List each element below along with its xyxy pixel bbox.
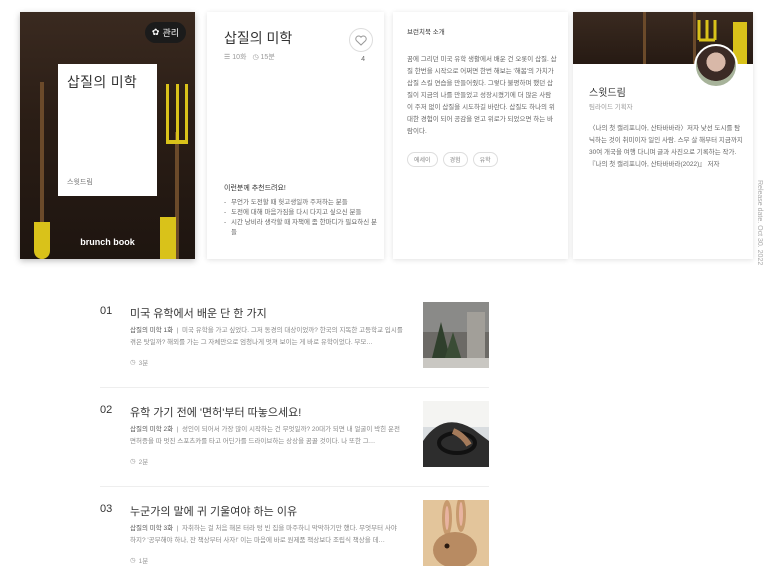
chapter-time: ◷ 3분 bbox=[130, 359, 149, 367]
clock-icon: ◷ bbox=[130, 458, 136, 465]
tag-list: 에세이 경험 유학 bbox=[407, 152, 498, 167]
book-cover[interactable]: ✿ 관리 삽질의 미학 스윗드림 brunch book bbox=[20, 12, 195, 259]
book-meta: ☰ 10화 ◷ 15분 bbox=[224, 52, 275, 62]
chapter-number: 02 bbox=[100, 404, 113, 416]
heart-icon bbox=[355, 34, 367, 46]
cover-author: 스윗드림 bbox=[67, 179, 93, 186]
divider bbox=[100, 387, 489, 388]
winter-street-image bbox=[423, 302, 489, 368]
chapter-item-1[interactable]: 01 미국 유학에서 배운 단 한 가지 삽질의 미학 1화 | 미국 유학을 … bbox=[100, 302, 489, 390]
author-avatar[interactable] bbox=[694, 44, 738, 88]
tag-experience[interactable]: 경험 bbox=[442, 152, 468, 167]
chapter-item-3[interactable]: 03 누군가의 말에 귀 기울여야 하는 이유 삽질의 미학 3화 | 자취하는… bbox=[100, 500, 489, 573]
rabbit-image bbox=[423, 500, 489, 566]
author-job: 팀라이드 기획자 bbox=[589, 104, 633, 111]
brunch-book-logo: brunch book bbox=[80, 237, 135, 247]
author-name[interactable]: 스윗드림 bbox=[589, 84, 626, 99]
chapter-title[interactable]: 유학 가기 전에 '면허'부터 따놓으세요! bbox=[130, 404, 301, 420]
recommend-title: 이런분께 추천드려요! bbox=[224, 185, 286, 192]
chapter-thumbnail[interactable] bbox=[423, 302, 489, 368]
manage-label: 관리 bbox=[162, 28, 179, 38]
book-title: 삽질의 미학 bbox=[224, 30, 293, 46]
book-info-card: 삽질의 미학 ☰ 10화 ◷ 15분 4 이런분께 추천드려요! 무언가 도전할… bbox=[207, 12, 384, 259]
chapter-item-2[interactable]: 02 유학 가기 전에 '면허'부터 따놓으세요! 삽질의 미학 2화 | 성인… bbox=[100, 401, 489, 489]
cover-label: 삽질의 미학 스윗드림 bbox=[58, 64, 157, 196]
clock-icon: ◷ bbox=[130, 359, 136, 366]
chapter-desc: 삽질의 미학 3화 | 자취하는 걸 처음 해본 터라 텅 빈 집을 마주하니 … bbox=[130, 525, 397, 544]
driving-image bbox=[423, 401, 489, 467]
chapter-time: ◷ 2분 bbox=[130, 458, 149, 466]
recommend-list: 무언가 도전할 때 헛고생일까 주저하는 분들 도전에 대해 마음가짐을 다시 … bbox=[224, 198, 379, 238]
recommend-item: 무언가 도전할 때 헛고생일까 주저하는 분들 bbox=[224, 198, 379, 208]
chapter-number: 03 bbox=[100, 503, 113, 515]
tag-study-abroad[interactable]: 유학 bbox=[472, 152, 498, 167]
chapter-title[interactable]: 미국 유학에서 배운 단 한 가지 bbox=[130, 305, 267, 321]
chapter-desc: 삽질의 미학 1화 | 미국 유학을 가고 싶었다. 그저 동경의 대상이었까?… bbox=[130, 327, 403, 346]
pitchfork-tine-graphic bbox=[176, 84, 179, 144]
chapter-thumbnail[interactable] bbox=[423, 401, 489, 467]
release-date: Release date. Oct 30. 2022 bbox=[756, 180, 763, 266]
list-icon: ☰ bbox=[224, 54, 231, 61]
author-bio: 〈나의 첫 캘리포니아, 산타바바라〉저자 낯선 도시를 탐닉하는 것이 취미이… bbox=[589, 125, 743, 168]
manage-button[interactable]: ✿ 관리 bbox=[144, 22, 186, 43]
like-count: 4 bbox=[361, 56, 365, 63]
chapter-number: 01 bbox=[100, 305, 113, 317]
chapter-desc: 삽질의 미학 2화 | 성인이 되어서 가장 많이 시작하는 건 무엇일까? 2… bbox=[130, 426, 400, 445]
gear-icon: ✿ bbox=[151, 27, 160, 37]
like-button[interactable] bbox=[349, 28, 373, 52]
episodes-count: ☰ 10화 bbox=[224, 54, 247, 61]
reading-time: ◷ 15분 bbox=[252, 54, 275, 61]
chapter-title[interactable]: 누군가의 말에 귀 기울여야 하는 이유 bbox=[130, 503, 297, 519]
chapter-thumbnail[interactable] bbox=[423, 500, 489, 566]
intro-body: 꿈에 그리던 미국 유학 생활에서 배운 건 오롯이 삽질. 삽질 한번을 시작… bbox=[407, 56, 557, 135]
intro-heading: 브런치북 소개 bbox=[407, 29, 445, 36]
clock-icon: ◷ bbox=[252, 54, 259, 61]
divider bbox=[100, 486, 489, 487]
recommend-item: 시간 낭비라 생각할 때 자책에 좀 한마디가 필요하신 분들 bbox=[224, 218, 379, 238]
chapter-time: ◷ 1분 bbox=[130, 557, 149, 565]
book-intro-card: 브런치북 소개 꿈에 그리던 미국 유학 생활에서 배운 건 오롯이 삽질. 삽… bbox=[393, 12, 568, 259]
tag-essay[interactable]: 에세이 bbox=[407, 152, 438, 167]
author-card: 스윗드림 팀라이드 기획자 〈나의 첫 캘리포니아, 산타바바라〉저자 낯선 도… bbox=[573, 12, 753, 259]
recommend-item: 도전에 대해 마음가짐을 다시 다지고 싶으신 분들 bbox=[224, 208, 379, 218]
cover-title: 삽질의 미학 bbox=[67, 74, 138, 90]
clock-icon: ◷ bbox=[130, 557, 136, 564]
